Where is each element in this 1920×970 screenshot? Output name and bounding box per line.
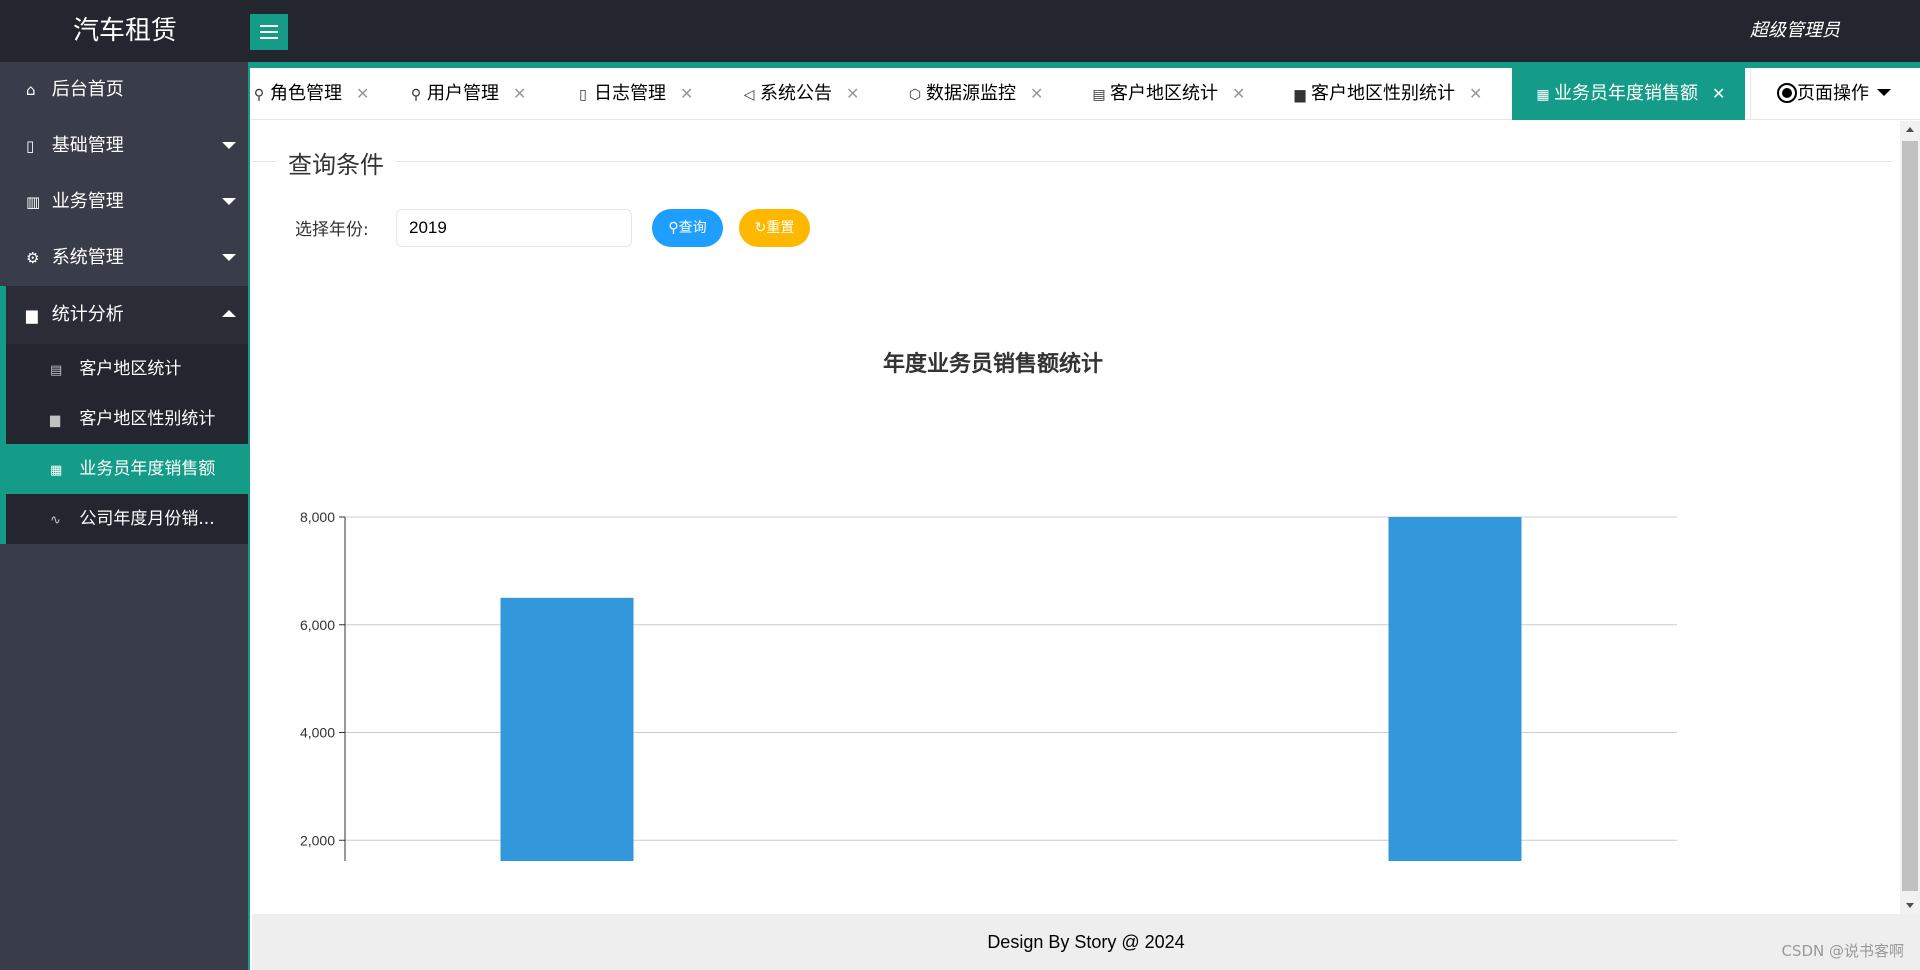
sidebar: ⌂ 后台首页 ▯ 基础管理 ▥ 业务管理 ⚙ 系统管理 ▆ 统计分析 ▤ 客户地… bbox=[0, 62, 250, 970]
sidebar-item-business[interactable]: ▥ 业务管理 bbox=[0, 174, 250, 230]
sidebar-subitem-salesman-annual-sales[interactable]: ▦ 业务员年度销售额 bbox=[0, 444, 250, 494]
close-icon[interactable]: ✕ bbox=[846, 68, 859, 120]
sidebar-subitem-region-stats[interactable]: ▤ 客户地区统计 bbox=[0, 344, 250, 394]
hamburger-icon bbox=[260, 25, 278, 27]
sidebar-item-home[interactable]: ⌂ 后台首页 bbox=[0, 62, 250, 118]
tab-region-gender-stats[interactable]: ▆ 客户地区性别统计 ✕ bbox=[1289, 68, 1483, 120]
search-button[interactable]: ⚲查询 bbox=[652, 209, 723, 247]
file-icon: ▯ bbox=[26, 137, 35, 155]
fieldset-divider bbox=[252, 161, 1892, 162]
vertical-scrollbar[interactable] bbox=[1900, 121, 1920, 914]
cube-icon: ⬡ bbox=[908, 87, 922, 103]
clipboard-icon: ▤ bbox=[50, 363, 63, 378]
year-label: 选择年份: bbox=[295, 220, 369, 240]
bar-2 bbox=[1388, 517, 1522, 861]
app-logo-title: 汽车租赁 bbox=[72, 16, 177, 46]
watermark: CSDN @说书客啊 bbox=[1781, 942, 1904, 960]
close-icon[interactable]: ✕ bbox=[513, 68, 526, 120]
tab-log-management[interactable]: ▯ 日志管理 ✕ bbox=[572, 68, 693, 120]
monitor-icon: ▆ bbox=[50, 413, 60, 428]
close-icon[interactable]: ✕ bbox=[1030, 68, 1043, 120]
tab-role-management[interactable]: ⚲ 角色管理 ✕ bbox=[248, 68, 370, 120]
close-icon[interactable]: ✕ bbox=[680, 68, 693, 120]
tab-datasource-monitor[interactable]: ⬡ 数据源监控 ✕ bbox=[904, 68, 1044, 120]
reset-button[interactable]: ↻重置 bbox=[739, 209, 810, 247]
radio-target-icon bbox=[1777, 83, 1797, 103]
close-icon[interactable]: ✕ bbox=[356, 68, 369, 120]
user-icon: ⚲ bbox=[253, 87, 265, 103]
sidebar-subitem-region-gender-stats[interactable]: ▆ 客户地区性别统计 bbox=[0, 394, 250, 444]
year-select-input[interactable] bbox=[396, 209, 632, 247]
scroll-up-icon[interactable] bbox=[1906, 127, 1914, 132]
tab-region-stats[interactable]: ▤ 客户地区统计 ✕ bbox=[1088, 68, 1245, 120]
chevron-down-icon bbox=[222, 142, 236, 149]
refresh-icon: ↻ bbox=[754, 220, 767, 236]
close-icon[interactable]: ✕ bbox=[1469, 68, 1482, 120]
sidebar-item-basic[interactable]: ▯ 基础管理 bbox=[0, 118, 250, 174]
statistics-submenu: ▤ 客户地区统计 ▆ 客户地区性别统计 ▦ 业务员年度销售额 ∿ 公司年度月份销… bbox=[0, 344, 250, 544]
sidebar-item-system[interactable]: ⚙ 系统管理 bbox=[0, 230, 250, 286]
page-operations-dropdown[interactable]: 页面操作 bbox=[1750, 68, 1920, 120]
tab-system-notice[interactable]: ◁ 系统公告 ✕ bbox=[738, 68, 860, 120]
tab-user-management[interactable]: ⚲ 用户管理 ✕ bbox=[405, 68, 527, 120]
search-icon: ⚲ bbox=[668, 220, 679, 236]
note-icon: ▯ bbox=[579, 87, 587, 103]
user-icon: ⚲ bbox=[410, 87, 422, 103]
sidebar-item-statistics[interactable]: ▆ 统计分析 bbox=[0, 286, 250, 344]
monitor-icon: ▆ bbox=[26, 306, 38, 324]
chevron-down-icon bbox=[1877, 89, 1891, 96]
query-legend: 查询条件 bbox=[276, 145, 396, 180]
gear-icon: ⚙ bbox=[26, 249, 40, 267]
chevron-up-icon bbox=[222, 310, 236, 317]
chevron-down-icon bbox=[222, 254, 236, 261]
table-icon: ▦ bbox=[1536, 87, 1550, 103]
chevron-down-icon bbox=[222, 198, 236, 205]
tab-bar: ⚲ 角色管理 ✕ ⚲ 用户管理 ✕ ▯ 日志管理 ✕ ◁ 系统公告 ✕ ⬡ 数据源监控 ✕ ▤ 客户地… bbox=[250, 68, 1920, 120]
footer: Design By Story @ 2024 bbox=[252, 914, 1920, 970]
monitor-icon: ▆ bbox=[1294, 87, 1306, 103]
menu-toggle-button[interactable] bbox=[250, 14, 288, 50]
y-tick-label: 4,000 bbox=[300, 725, 335, 741]
sales-bar-chart: 年度业务员销售额统计02,0004,0006,0008,000超级管理员落亦旧城 bbox=[300, 351, 1677, 861]
bar-0 bbox=[500, 597, 634, 861]
home-icon: ⌂ bbox=[26, 81, 36, 99]
chart-title: 年度业务员销售额统计 bbox=[883, 351, 1103, 377]
table-icon: ▦ bbox=[50, 463, 63, 478]
pulse-icon: ∿ bbox=[50, 513, 61, 528]
close-icon[interactable]: ✕ bbox=[1712, 68, 1725, 120]
tab-salesman-annual-sales[interactable]: ▦ 业务员年度销售额 ✕ bbox=[1512, 68, 1746, 120]
scrollbar-thumb[interactable] bbox=[1902, 141, 1918, 891]
y-tick-label: 8,000 bbox=[300, 509, 335, 525]
y-tick-label: 6,000 bbox=[300, 617, 335, 633]
speaker-icon: ◁ bbox=[743, 87, 755, 103]
sidebar-edge-line bbox=[248, 62, 250, 970]
sidebar-subitem-company-monthly-sales[interactable]: ∿ 公司年度月份销... bbox=[0, 494, 250, 544]
clipboard-icon: ▤ bbox=[1092, 87, 1106, 103]
main-content: 查询条件 选择年份: ⚲查询 ↻重置 年度业务员销售额统计02,0004,000… bbox=[252, 121, 1900, 914]
close-icon[interactable]: ✕ bbox=[1232, 68, 1245, 120]
scroll-down-icon[interactable] bbox=[1906, 903, 1914, 908]
top-header: 汽车租赁 超级管理员 bbox=[0, 0, 1920, 62]
admin-user-menu[interactable]: 超级管理员 bbox=[1750, 0, 1840, 62]
y-tick-label: 2,000 bbox=[300, 832, 335, 848]
book-icon: ▥ bbox=[26, 193, 41, 211]
